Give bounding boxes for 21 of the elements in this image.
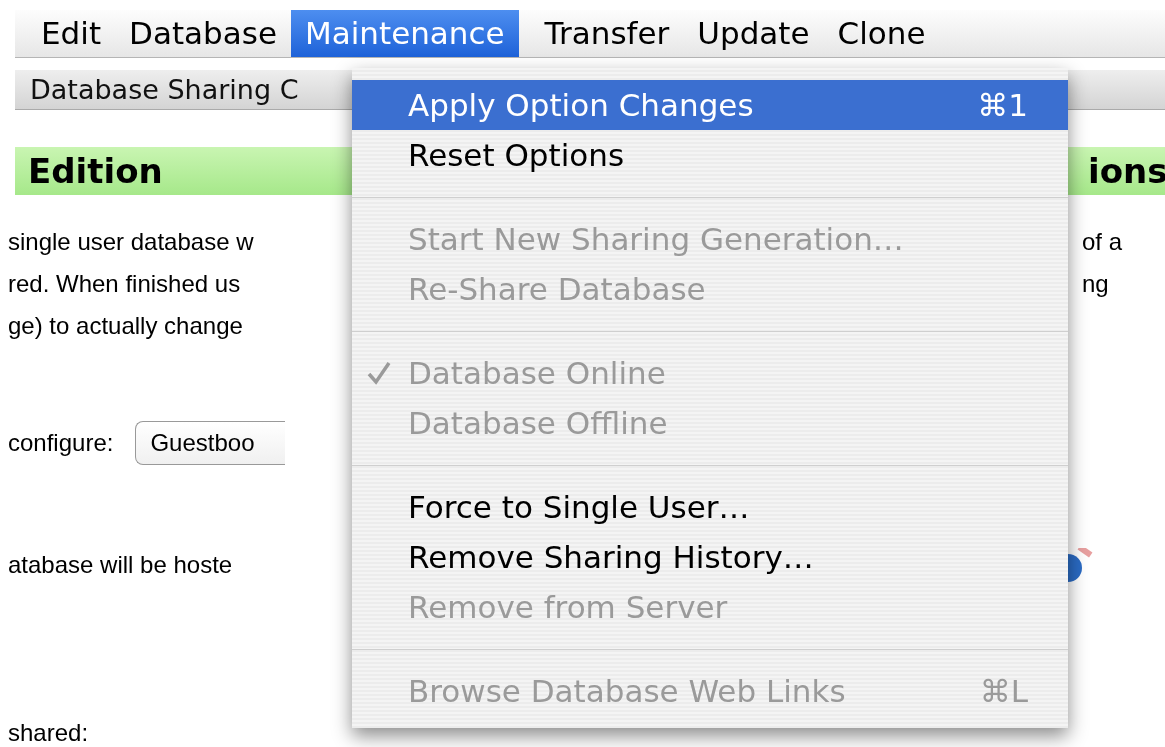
description-text: red. When finished us bbox=[7, 270, 242, 299]
menu-bar-item[interactable]: Transfer bbox=[530, 10, 684, 57]
database-popup[interactable]: Guestboo bbox=[135, 421, 286, 466]
section-title: Edition bbox=[27, 151, 164, 192]
description-text: ge) to actually change bbox=[7, 312, 244, 341]
menu-item[interactable]: Reset Options bbox=[352, 130, 1068, 180]
menu-bar-item[interactable]: Database bbox=[115, 10, 291, 57]
menu-bar-item[interactable]: Clone bbox=[823, 10, 940, 57]
toolbar-title: Database Sharing C bbox=[30, 73, 299, 105]
description-text: single user database w bbox=[7, 228, 255, 257]
description-text: ng bbox=[1081, 270, 1110, 299]
field-label: shared: bbox=[7, 719, 89, 747]
menu-bar-item[interactable]: Edit bbox=[27, 10, 116, 57]
field-label: atabase will be hoste bbox=[7, 550, 234, 579]
menu-bar-item[interactable]: Maintenance bbox=[290, 10, 519, 57]
menu-item[interactable]: Force to Single User… bbox=[352, 482, 1068, 532]
description-text: of a bbox=[1081, 228, 1124, 257]
menu-item[interactable]: Apply Option Changes ⌘1 bbox=[352, 80, 1068, 130]
menu-item[interactable]: Remove Sharing History… bbox=[352, 532, 1068, 582]
field-label: configure: bbox=[7, 429, 114, 458]
menu-bar-item[interactable]: Update bbox=[683, 10, 824, 57]
